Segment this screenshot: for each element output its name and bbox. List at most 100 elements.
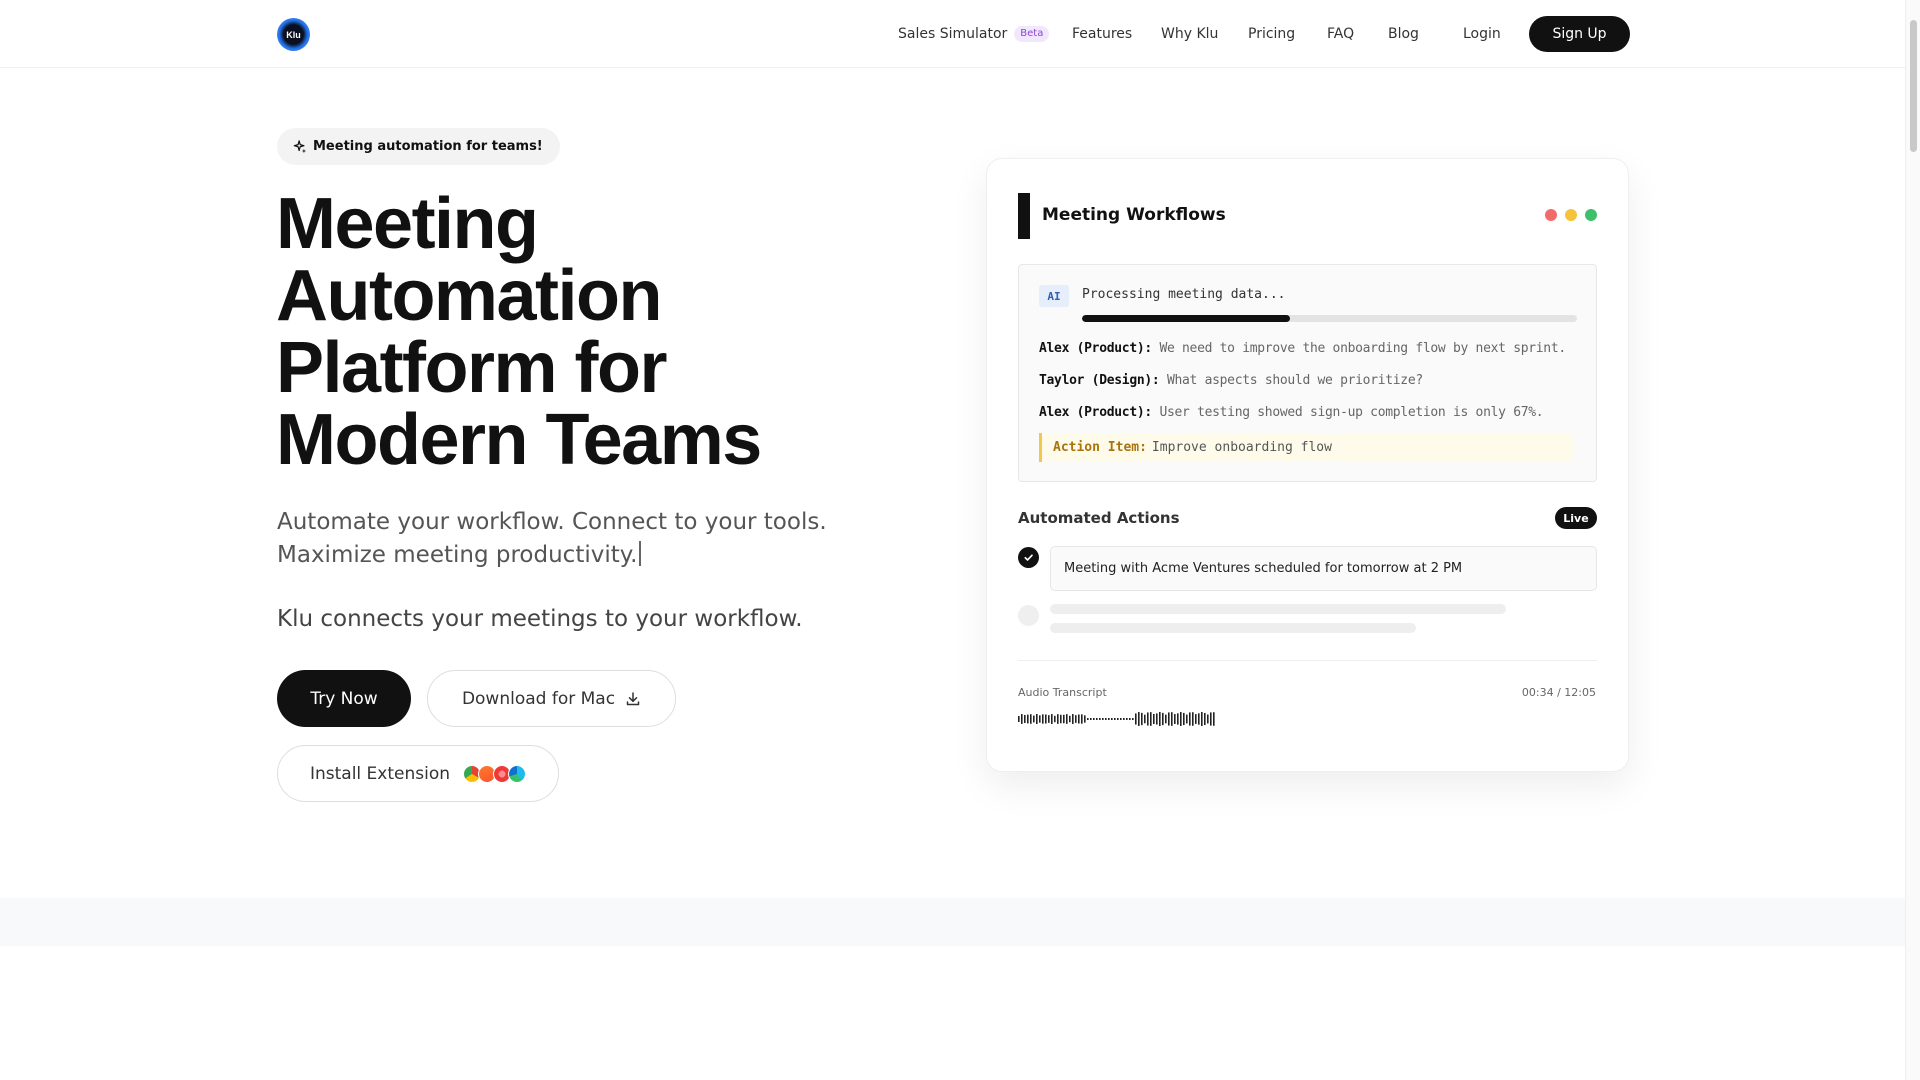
loading-placeholder-circle xyxy=(1018,605,1039,626)
try-now-button[interactable]: Try Now xyxy=(277,670,411,727)
browser-icons xyxy=(463,764,527,783)
waveform-bar xyxy=(1192,712,1194,726)
waveform-bar xyxy=(1123,718,1125,720)
waveform-bar xyxy=(1207,714,1209,724)
install-extension-button[interactable]: Install Extension xyxy=(277,745,559,802)
waveform-bar xyxy=(1117,718,1119,720)
loading-placeholder-line xyxy=(1050,623,1416,633)
waveform-bar xyxy=(1093,718,1095,720)
waveform-bar xyxy=(1129,718,1131,720)
download-for-mac-button[interactable]: Download for Mac xyxy=(427,670,676,727)
waveform-bar xyxy=(1099,718,1101,720)
waveform-bar xyxy=(1174,714,1176,724)
waveform-bar xyxy=(1180,712,1182,726)
waveform-bar xyxy=(1024,714,1026,724)
waveform-bar xyxy=(1153,713,1155,725)
waveform-bar xyxy=(1060,714,1062,724)
waveform-bar xyxy=(1141,712,1143,726)
ai-badge: AI xyxy=(1039,285,1069,307)
waveform-bar xyxy=(1021,714,1023,724)
download-icon xyxy=(626,691,640,705)
waveform-bar xyxy=(1195,714,1197,724)
waveform-bar xyxy=(1102,718,1104,720)
card-accent-bar xyxy=(1018,193,1030,239)
waveform-bar xyxy=(1036,714,1038,724)
waveform-bar xyxy=(1069,715,1071,723)
nav-link-why-klu[interactable]: Why Klu xyxy=(1161,22,1218,46)
waveform-bar xyxy=(1213,712,1215,726)
login-link[interactable]: Login xyxy=(1463,22,1501,46)
waveform-bar xyxy=(1090,718,1092,720)
scrollbar-thumb[interactable] xyxy=(1910,20,1917,152)
top-nav: Klu Sales Simulator Beta Features Why Klu… xyxy=(0,0,1905,68)
window-dot-yellow xyxy=(1565,209,1577,221)
waveform-bar xyxy=(1198,713,1200,725)
action-item: Action Item: Improve onboarding flow xyxy=(1039,433,1574,462)
waveform-bar xyxy=(1084,715,1086,723)
sparkle-icon xyxy=(293,139,307,153)
nav-link-features[interactable]: Features xyxy=(1072,22,1132,46)
nav-link-blog[interactable]: Blog xyxy=(1388,22,1419,46)
waveform-bar xyxy=(1186,714,1188,724)
check-icon xyxy=(1018,547,1039,568)
waveform-bar xyxy=(1147,712,1149,726)
waveform-bar xyxy=(1018,716,1020,722)
transcript-line: Alex (Product): We need to improve the o… xyxy=(1039,341,1566,356)
scheduled-event: Meeting with Acme Ventures scheduled for… xyxy=(1050,546,1597,591)
edge-icon xyxy=(508,764,527,783)
waveform-bar xyxy=(1108,718,1110,720)
window-dot-red xyxy=(1545,209,1557,221)
waveform-bar xyxy=(1150,712,1152,726)
loading-placeholder-line xyxy=(1050,604,1506,614)
typing-cursor xyxy=(639,541,642,566)
sign-up-button[interactable]: Sign Up xyxy=(1529,16,1630,52)
nav-link-sales-simulator[interactable]: Sales Simulator Beta xyxy=(898,22,1050,46)
hero-title: Meeting Automation Platform for Modern T… xyxy=(276,184,762,480)
waveform-bar xyxy=(1132,718,1134,720)
waveform-bar xyxy=(1081,714,1083,724)
waveform-bar xyxy=(1120,718,1122,720)
waveform-bar xyxy=(1138,712,1140,726)
waveform-bar xyxy=(1111,718,1113,720)
waveform-bar xyxy=(1204,712,1206,726)
waveform-bar xyxy=(1159,712,1161,726)
waveform-bar xyxy=(1171,712,1173,726)
audio-time: 00:34 / 12:05 xyxy=(1521,686,1596,699)
card-divider xyxy=(1018,660,1597,661)
window-dot-green xyxy=(1585,209,1597,221)
nav-link-pricing[interactable]: Pricing xyxy=(1248,22,1295,46)
automated-actions-title: Automated Actions xyxy=(1018,509,1180,527)
transcript-line: Taylor (Design): What aspects should we … xyxy=(1039,373,1423,388)
next-section-band xyxy=(0,898,1905,946)
klu-logo[interactable]: Klu xyxy=(277,18,310,51)
waveform-bar xyxy=(1033,715,1035,723)
waveform-bar xyxy=(1144,714,1146,724)
waveform-bar xyxy=(1075,715,1077,723)
processing-text: Processing meeting data... xyxy=(1082,287,1286,302)
page-scrollbar[interactable] xyxy=(1905,0,1920,1080)
waveform-bar xyxy=(1042,714,1044,724)
waveform-bar xyxy=(1177,713,1179,725)
hero-subtitle: Automate your workflow. Connect to your … xyxy=(277,509,827,568)
meeting-workflows-card: Meeting Workflows AI Processing meeting … xyxy=(986,158,1629,772)
beta-badge: Beta xyxy=(1014,26,1050,42)
waveform-bar xyxy=(1030,714,1032,724)
waveform-bar xyxy=(1045,714,1047,724)
live-badge: Live xyxy=(1555,507,1597,529)
transcript-line: Alex (Product): User testing showed sign… xyxy=(1039,405,1544,420)
waveform-bar xyxy=(1183,712,1185,726)
nav-link-faq[interactable]: FAQ xyxy=(1327,22,1354,46)
waveform-bar xyxy=(1087,718,1089,720)
waveform-bar xyxy=(1135,713,1137,725)
waveform-bar xyxy=(1039,715,1041,723)
waveform-bar xyxy=(1168,712,1170,726)
waveform-bar xyxy=(1114,718,1116,720)
processing-progress-fill xyxy=(1082,315,1290,322)
waveform-bar xyxy=(1054,715,1056,723)
card-title: Meeting Workflows xyxy=(1042,205,1226,225)
waveform-bar xyxy=(1162,712,1164,726)
waveform-bar xyxy=(1063,714,1065,724)
waveform-bar xyxy=(1210,712,1212,726)
processing-panel: AI Processing meeting data... Alex (Prod… xyxy=(1018,264,1597,482)
waveform-bar xyxy=(1072,714,1074,724)
